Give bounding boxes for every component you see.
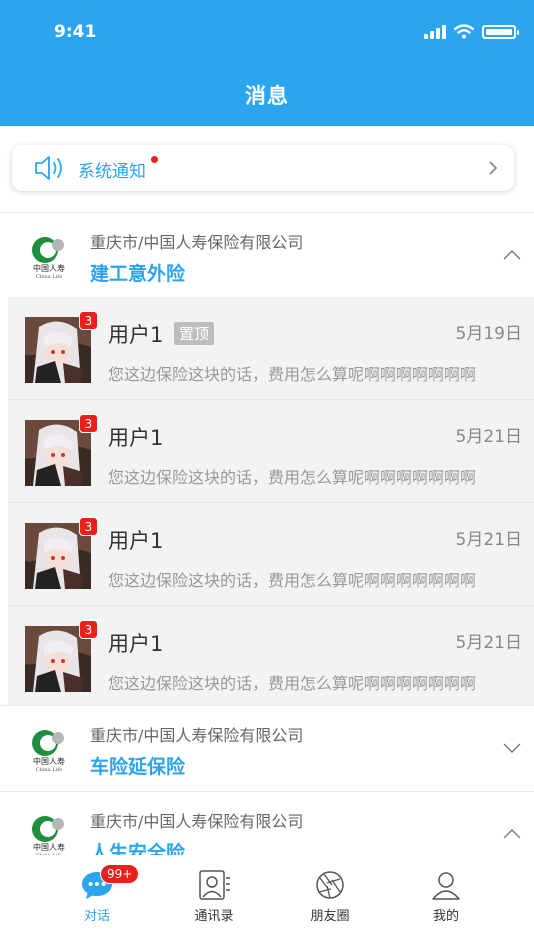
company-group-header[interactable]: 中国人寿 China Life 重庆市/中国人寿保险有限公司 建工意外险 [0, 212, 534, 297]
logo-text: 中国人寿 [33, 756, 65, 766]
conversation-user: 用户1 [108, 426, 164, 450]
conversation-user: 用户1 [108, 323, 164, 347]
unread-dot [151, 156, 158, 163]
cellular-signal-icon [424, 24, 446, 39]
wifi-icon [454, 24, 474, 39]
chat-unread-badge: 99+ [100, 864, 140, 884]
person-icon [432, 872, 460, 900]
tab-chat[interactable]: 99+ 对话 [52, 864, 142, 924]
unread-badge: 3 [79, 414, 98, 433]
page-title: 消息 [245, 84, 289, 108]
conversation-preview: 您这边保险这块的话，费用怎么算呢啊啊啊啊啊啊啊 [108, 674, 477, 693]
conversation-date: 5月19日 [455, 324, 522, 344]
tab-moments[interactable]: 朋友圈 [285, 869, 375, 924]
product-name: 车险延保险 [90, 756, 186, 778]
battery-icon [482, 24, 519, 39]
tab-label: 朋友圈 [310, 909, 350, 924]
conversation-row[interactable]: 3 用户1 5月21日 您这边保险这块的话，费用怎么算呢啊啊啊啊啊啊啊 [8, 606, 534, 708]
china-life-logo: 中国人寿 China Life [25, 725, 73, 773]
conversation-preview: 您这边保险这块的话，费用怎么算呢啊啊啊啊啊啊啊 [108, 571, 477, 590]
tab-contacts[interactable]: 通讯录 [169, 869, 259, 924]
tab-label: 我的 [432, 909, 459, 924]
pinned-tag: 置顶 [174, 322, 215, 345]
speaker-icon [35, 156, 62, 180]
unread-badge: 3 [79, 311, 98, 330]
logo-subtext: China Life [36, 274, 62, 280]
conversation-row[interactable]: 3 用户1 置顶 5月19日 您这边保险这块的话，费用怎么算呢啊啊啊啊啊啊啊 [8, 297, 534, 399]
company-name: 重庆市/中国人寿保险有限公司 [90, 233, 304, 252]
tab-label: 对话 [83, 909, 110, 924]
chevron-down-icon[interactable] [502, 742, 522, 754]
logo-text: 中国人寿 [33, 263, 65, 273]
china-life-logo: 中国人寿 China Life [25, 811, 73, 859]
company-name: 重庆市/中国人寿保险有限公司 [90, 726, 304, 745]
contacts-icon [199, 870, 230, 900]
conversation-date: 5月21日 [455, 427, 522, 447]
chevron-right-icon [489, 161, 498, 175]
company-group-header[interactable]: 中国人寿 China Life 重庆市/中国人寿保险有限公司 车险延保险 [0, 705, 534, 791]
conversation-user: 用户1 [108, 529, 164, 553]
product-name: 建工意外险 [90, 263, 186, 285]
chevron-up-icon[interactable] [502, 249, 522, 261]
system-notice-row[interactable]: 系统通知 [12, 145, 514, 191]
top-navigation-bar: 9:41 消息 [0, 0, 534, 126]
conversation-preview: 您这边保险这块的话，费用怎么算呢啊啊啊啊啊啊啊 [108, 365, 477, 384]
conversation-date: 5月21日 [455, 530, 522, 550]
aperture-icon [316, 871, 344, 899]
chevron-up-icon[interactable] [502, 828, 522, 840]
tab-label: 通讯录 [194, 909, 234, 924]
status-time: 9:41 [54, 22, 97, 42]
conversation-list: 3 用户1 置顶 5月19日 您这边保险这块的话，费用怎么算呢啊啊啊啊啊啊啊 3… [8, 297, 534, 705]
system-notice-label: 系统通知 [78, 162, 146, 182]
conversation-row[interactable]: 3 用户1 5月21日 您这边保险这块的话，费用怎么算呢啊啊啊啊啊啊啊 [8, 503, 534, 605]
status-icons [424, 24, 519, 39]
logo-text: 中国人寿 [33, 842, 65, 852]
conversation-preview: 您这边保险这块的话，费用怎么算呢啊啊啊啊啊啊啊 [108, 468, 477, 487]
logo-subtext: China Life [36, 767, 62, 773]
company-group-header[interactable]: 中国人寿 China Life 重庆市/中国人寿保险有限公司 人生安全险 [0, 791, 534, 864]
unread-badge: 3 [79, 517, 98, 536]
bottom-tab-bar: 99+ 对话 通讯录 朋友圈 我的 [0, 855, 534, 950]
conversation-row[interactable]: 3 用户1 5月21日 您这边保险这块的话，费用怎么算呢啊啊啊啊啊啊啊 [8, 400, 534, 502]
tab-me[interactable]: 我的 [401, 869, 491, 924]
conversation-user: 用户1 [108, 632, 164, 656]
unread-badge: 3 [79, 620, 98, 639]
company-name: 重庆市/中国人寿保险有限公司 [90, 812, 304, 831]
conversation-date: 5月21日 [455, 633, 522, 653]
china-life-logo: 中国人寿 China Life [25, 232, 73, 280]
